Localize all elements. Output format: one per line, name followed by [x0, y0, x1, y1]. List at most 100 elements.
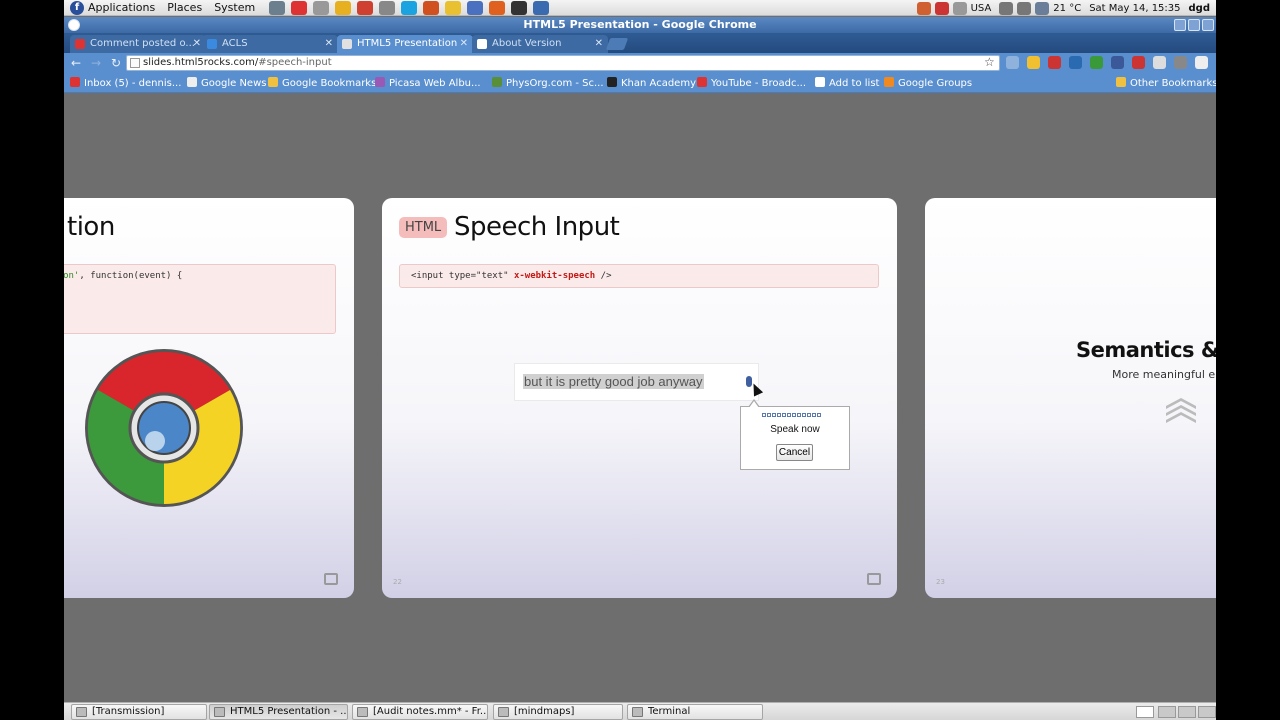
bookmark-favicon-icon: [815, 77, 825, 87]
bookmark-favicon-icon: [268, 77, 278, 87]
volume-icon[interactable]: [1017, 1, 1032, 15]
keyboard-layout[interactable]: USA: [971, 3, 992, 14]
maximize-icon[interactable]: [1188, 19, 1200, 31]
cancel-button[interactable]: Cancel: [776, 444, 813, 461]
html5-icon: [342, 39, 352, 49]
ext-page-icon[interactable]: [1006, 56, 1019, 69]
url-host: slides.html5rocks.com/: [143, 57, 259, 68]
menu-places[interactable]: Places: [167, 1, 202, 14]
close-tab-icon[interactable]: ✕: [193, 35, 201, 53]
star-icon[interactable]: [445, 0, 462, 15]
gmail-checker-icon[interactable]: [1132, 56, 1145, 69]
bookmark-youtube[interactable]: YouTube - Broadc...: [697, 77, 806, 89]
alarm-clock-icon[interactable]: [357, 0, 374, 15]
menu-system[interactable]: System: [214, 1, 255, 14]
tab-html5-presentation[interactable]: HTML5 Presentation ✕: [337, 35, 473, 53]
firefox-icon[interactable]: [489, 0, 506, 15]
microphone-icon[interactable]: [999, 1, 1014, 15]
forward-arrow-icon[interactable]: →: [88, 56, 104, 70]
slide-previous[interactable]: tion ntation', function(event) {: [64, 198, 354, 598]
task-transmission[interactable]: [Transmission]: [71, 704, 207, 720]
task-mindmaps[interactable]: [mindmaps]: [493, 704, 623, 720]
bookmark-khan-academy[interactable]: Khan Academy: [607, 77, 696, 89]
close-window-icon[interactable]: [1202, 19, 1214, 31]
tab-label: About Version: [492, 38, 562, 49]
ext-opera-icon[interactable]: [1048, 56, 1061, 69]
code-attribute: x-webkit-speech: [513, 271, 596, 281]
workspace-1[interactable]: [1158, 706, 1176, 718]
slide-number: 23: [936, 578, 945, 586]
tab-acls[interactable]: ACLS ✕: [202, 35, 338, 53]
bookmark-favicon-icon: [70, 77, 80, 87]
update-icon[interactable]: [533, 0, 550, 15]
notes-music-icon[interactable]: [467, 0, 484, 15]
minimize-icon[interactable]: [1174, 19, 1186, 31]
task-label: HTML5 Presentation - ...: [230, 706, 348, 717]
page-info-icon[interactable]: [130, 58, 140, 68]
chrome-tray-icon[interactable]: [1136, 706, 1154, 718]
close-tab-icon[interactable]: ✕: [460, 35, 468, 53]
workspace-3[interactable]: [1198, 706, 1216, 718]
code-suffix: />: [595, 271, 612, 281]
new-tab-button[interactable]: [605, 38, 629, 50]
skype-icon[interactable]: [401, 0, 418, 15]
chrome-icon[interactable]: [291, 0, 308, 15]
ext-refresh-icon[interactable]: [1090, 56, 1103, 69]
wrench-icon[interactable]: [1195, 56, 1208, 69]
window-title: HTML5 Presentation - Google Chrome: [523, 18, 757, 31]
bookmark-star-icon[interactable]: ☆: [984, 55, 995, 69]
facebook-icon[interactable]: [1111, 56, 1124, 69]
weather-applet-icon[interactable]: [916, 1, 931, 15]
weather-temperature[interactable]: 21 °C: [1053, 3, 1081, 14]
bookmark-favicon-icon: [884, 77, 894, 87]
bookmark-picasa[interactable]: Picasa Web Albu...: [375, 77, 481, 89]
tab-comment-posted[interactable]: Comment posted o... ✕: [70, 35, 206, 53]
bookmark-google-groups[interactable]: Google Groups: [884, 77, 972, 89]
window-icon: [498, 707, 509, 717]
bookmark-favicon-icon: [1116, 77, 1126, 87]
display-icon[interactable]: [1035, 1, 1050, 15]
html-badge: HTML: [399, 217, 448, 238]
slide-number: 22: [393, 578, 402, 586]
back-arrow-icon[interactable]: ←: [68, 56, 84, 70]
panel-user[interactable]: dgd: [1189, 3, 1210, 14]
ext-python-icon[interactable]: [1027, 56, 1040, 69]
panel-clock[interactable]: Sat May 14, 15:35: [1089, 3, 1180, 14]
slide-next[interactable]: Semantics & M More meaningful ele 23: [925, 198, 1216, 598]
close-tab-icon[interactable]: ✕: [595, 35, 603, 53]
terminal-icon[interactable]: [511, 0, 528, 15]
task-label: [Transmission]: [92, 706, 165, 717]
gnome-foot-icon[interactable]: f: [70, 0, 84, 15]
gear-icon[interactable]: [379, 0, 396, 15]
ext-mail-icon[interactable]: [1153, 56, 1166, 69]
task-html5-presentation[interactable]: HTML5 Presentation - ...: [209, 704, 348, 720]
network-icon[interactable]: [952, 1, 967, 15]
bookmark-google-news[interactable]: Google News: [187, 77, 266, 89]
workspace-2[interactable]: [1178, 706, 1196, 718]
address-bar[interactable]: slides.html5rocks.com/#speech-input: [126, 55, 1000, 71]
ext-hootsuite-icon[interactable]: [1069, 56, 1082, 69]
chrome-window-icon[interactable]: [68, 19, 80, 31]
task-terminal[interactable]: Terminal: [627, 704, 763, 720]
bookmark-add-to-list[interactable]: Add to list: [815, 77, 879, 89]
close-tab-icon[interactable]: ✕: [325, 35, 333, 53]
tools-icon[interactable]: [423, 0, 440, 15]
notification-icon[interactable]: [934, 1, 949, 15]
bookmark-google-bookmarks[interactable]: Google Bookmarks: [268, 77, 376, 89]
task-audit-notes[interactable]: [Audit notes.mm* - Fr...: [352, 704, 488, 720]
bookmark-inbox[interactable]: Inbox (5) - dennis...: [70, 77, 181, 89]
notes-icon[interactable]: [335, 0, 352, 15]
reload-icon[interactable]: ↻: [108, 56, 124, 70]
home-icon[interactable]: [313, 0, 330, 15]
bookmark-label: Google Groups: [898, 78, 973, 89]
bookmark-physorg[interactable]: PhysOrg.com - Sc...: [492, 77, 604, 89]
menu-applications[interactable]: Applications: [88, 1, 155, 14]
ext-butterfly-icon[interactable]: [1174, 56, 1187, 69]
monitor-icon[interactable]: [269, 0, 286, 15]
bookmark-label: Khan Academy: [621, 78, 696, 89]
speech-text-input[interactable]: but it is pretty good job anyway: [514, 363, 764, 401]
window-icon: [76, 707, 87, 717]
tab-about-version[interactable]: About Version ✕: [472, 35, 608, 53]
bookmark-favicon-icon: [697, 77, 707, 87]
bookmark-other[interactable]: Other Bookmarks: [1116, 77, 1216, 89]
